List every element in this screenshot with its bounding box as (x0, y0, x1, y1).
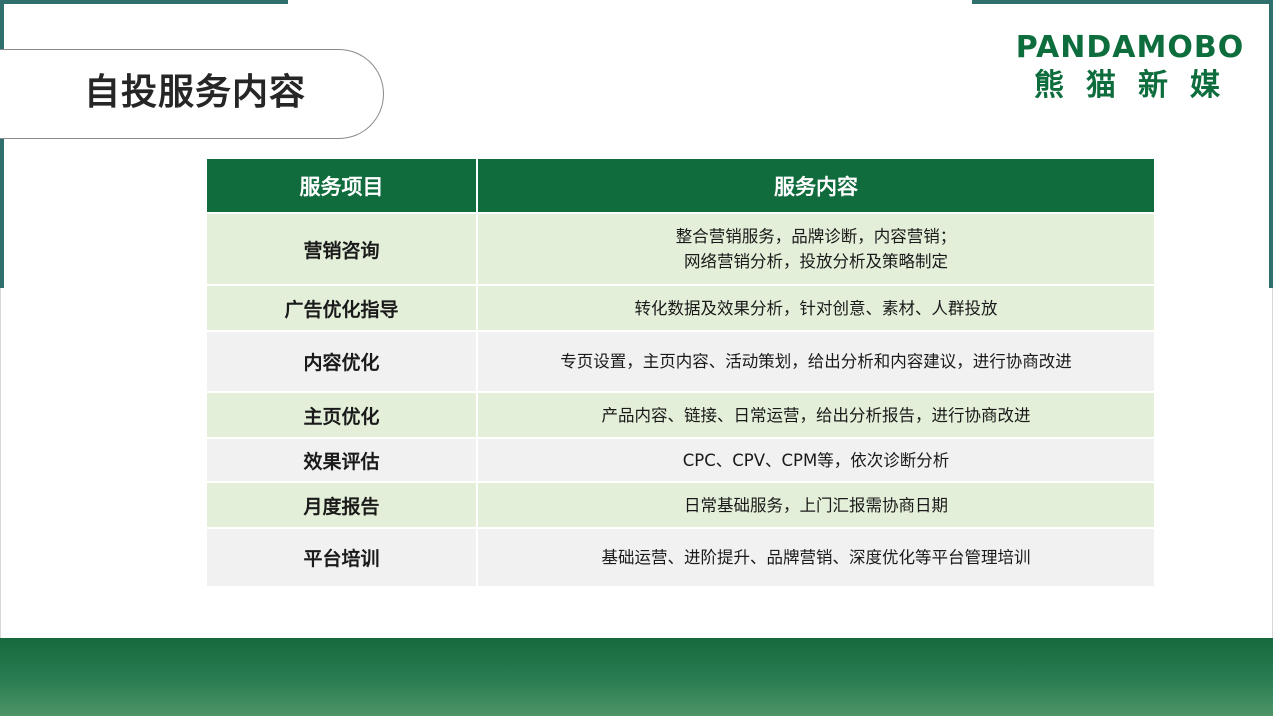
service-item: 营销咨询 (207, 213, 477, 286)
table-row: 平台培训 基础运营、进阶提升、品牌营销、深度优化等平台管理培训 (207, 528, 1154, 588)
service-item: 月度报告 (207, 482, 477, 529)
service-item: 主页优化 (207, 392, 477, 439)
table-row: 内容优化 专页设置，主页内容、活动策划，给出分析和内容建议，进行协商改进 (207, 331, 1154, 393)
service-content-line: CPC、CPV、CPM等，依次诊断分析 (682, 450, 950, 470)
service-content-line: 专页设置，主页内容、活动策划，给出分析和内容建议，进行协商改进 (560, 352, 1072, 371)
logo-english: PANDAMOBO (1015, 30, 1245, 65)
service-content: 基础运营、进阶提升、品牌营销、深度优化等平台管理培训 (476, 528, 1154, 588)
service-content: 专页设置，主页内容、活动策划，给出分析和内容建议，进行协商改进 (476, 331, 1154, 393)
service-content: 产品内容、链接、日常运营，给出分析报告，进行协商改进 (476, 392, 1154, 439)
service-item: 内容优化 (207, 331, 477, 393)
service-table: 服务项目 服务内容 营销咨询 整合营销服务，品牌诊断，内容营销； 网络营销分析，… (207, 159, 1154, 588)
service-content-line: 基础运营、进阶提升、品牌营销、深度优化等平台管理培训 (601, 548, 1031, 567)
service-item: 广告优化指导 (207, 285, 477, 332)
table-row: 主页优化 产品内容、链接、日常运营，给出分析报告，进行协商改进 (207, 392, 1154, 439)
logo-chinese: 熊猫新媒 (1034, 68, 1242, 103)
service-content: 日常基础服务，上门汇报需协商日期 (476, 482, 1154, 529)
table-row: 营销咨询 整合营销服务，品牌诊断，内容营销； 网络营销分析，投放分析及策略制定 (207, 213, 1154, 286)
service-content-line: 整合营销服务，品牌诊断，内容营销； (675, 227, 957, 246)
service-content: 转化数据及效果分析，针对创意、素材、人群投放 (476, 285, 1154, 332)
service-content-line: 产品内容、链接、日常运营，给出分析报告，进行协商改进 (601, 405, 1031, 425)
service-content: 整合营销服务，品牌诊断，内容营销； 网络营销分析，投放分析及策略制定 (476, 213, 1154, 286)
table-row: 广告优化指导 转化数据及效果分析，针对创意、素材、人群投放 (207, 285, 1154, 332)
service-content-line: 转化数据及效果分析，针对创意、素材、人群投放 (634, 298, 998, 318)
service-content-line: 网络营销分析，投放分析及策略制定 (684, 252, 948, 271)
service-item: 效果评估 (207, 438, 477, 483)
frame-line-left (0, 288, 1, 638)
frame-accent-left (0, 0, 4, 288)
brand-logo: PANDAMOBO 熊猫新媒 (1010, 30, 1250, 106)
table-header-row: 服务项目 服务内容 (207, 159, 1154, 214)
service-content: CPC、CPV、CPM等，依次诊断分析 (476, 438, 1154, 483)
frame-accent-top-left (0, 0, 288, 4)
frame-accent-right (1269, 0, 1273, 288)
table-row: 月度报告 日常基础服务，上门汇报需协商日期 (207, 482, 1154, 529)
column-header-content: 服务内容 (476, 159, 1154, 214)
table-row: 效果评估 CPC、CPV、CPM等，依次诊断分析 (207, 438, 1154, 483)
column-header-item: 服务项目 (207, 159, 477, 214)
service-item: 平台培训 (207, 528, 477, 588)
page-title: 自投服务内容 (84, 72, 307, 113)
service-content-line: 日常基础服务，上门汇报需协商日期 (684, 495, 948, 515)
footer-band (0, 638, 1273, 716)
frame-accent-top-right (972, 0, 1273, 4)
